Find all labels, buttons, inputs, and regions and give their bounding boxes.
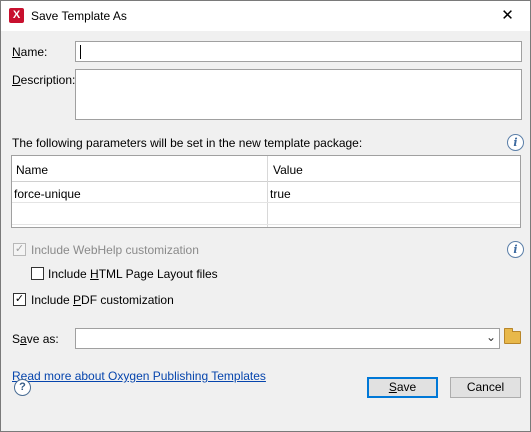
params-table[interactable]: Name Value force-unique true bbox=[11, 155, 521, 228]
read-more-link[interactable]: Read more about Oxygen Publishing Templa… bbox=[12, 369, 266, 383]
help-icon[interactable]: ? bbox=[14, 379, 31, 396]
params-heading: The following parameters will be set in … bbox=[12, 136, 363, 150]
window-title: Save Template As bbox=[31, 9, 127, 23]
info-icon[interactable]: i bbox=[507, 134, 524, 151]
text-caret bbox=[80, 45, 81, 59]
column-divider bbox=[267, 156, 268, 227]
save-button[interactable]: Save bbox=[367, 377, 438, 398]
save-template-dialog: X Save Template As ✕ Name: Description: … bbox=[0, 0, 531, 432]
name-input[interactable] bbox=[75, 41, 522, 62]
html-layout-checkbox[interactable] bbox=[31, 267, 44, 280]
description-label: Description: bbox=[12, 73, 76, 87]
chevron-down-icon[interactable]: ⌄ bbox=[486, 330, 496, 344]
pdf-label[interactable]: Include PDF customization bbox=[31, 293, 174, 307]
table-header: Name Value bbox=[12, 156, 520, 182]
save-as-label: Save as: bbox=[12, 332, 59, 346]
description-input[interactable] bbox=[75, 69, 522, 120]
row-divider bbox=[12, 224, 520, 225]
save-as-combobox[interactable]: ⌄ bbox=[75, 328, 500, 349]
webhelp-label: Include WebHelp customization bbox=[31, 243, 199, 257]
column-header-name[interactable]: Name bbox=[16, 163, 48, 177]
table-cell-value[interactable]: true bbox=[270, 187, 291, 201]
row-divider bbox=[12, 202, 520, 203]
html-layout-label[interactable]: Include HTML Page Layout files bbox=[48, 267, 218, 281]
close-button[interactable]: ✕ bbox=[485, 1, 530, 31]
title-bar: X Save Template As ✕ bbox=[1, 1, 530, 31]
table-cell-name[interactable]: force-unique bbox=[14, 187, 81, 201]
folder-icon[interactable] bbox=[504, 328, 521, 344]
column-header-value[interactable]: Value bbox=[273, 163, 303, 177]
name-label: Name: bbox=[12, 45, 48, 59]
info-icon[interactable]: i bbox=[507, 241, 524, 258]
app-icon: X bbox=[9, 8, 24, 23]
cancel-button[interactable]: Cancel bbox=[450, 377, 521, 398]
webhelp-checkbox: ✓ bbox=[13, 243, 26, 256]
pdf-checkbox[interactable]: ✓ bbox=[13, 293, 26, 306]
